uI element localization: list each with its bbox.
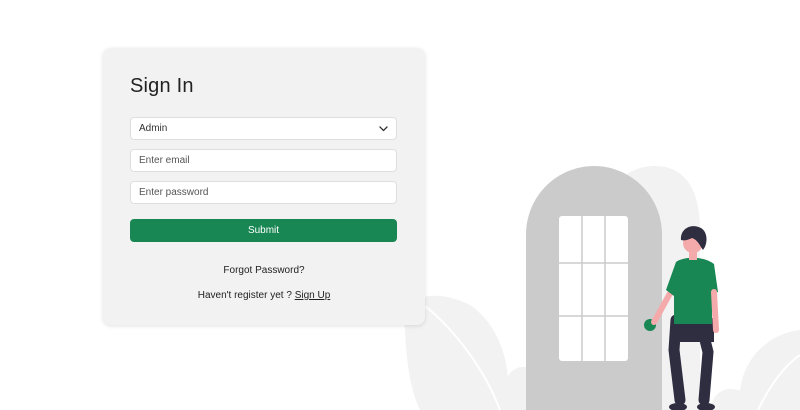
- sign-in-card: Sign In Admin Submit Forgot Password? Ha…: [103, 48, 425, 325]
- sign-in-page: Sign In Admin Submit Forgot Password? Ha…: [0, 0, 800, 410]
- role-select[interactable]: Admin: [130, 117, 397, 140]
- email-field[interactable]: [130, 149, 397, 172]
- submit-button[interactable]: Submit: [130, 219, 397, 242]
- register-prompt: Haven't register yet ? Sign Up: [103, 290, 425, 301]
- register-prompt-text: Haven't register yet ?: [197, 290, 292, 301]
- forgot-password-link[interactable]: Forgot Password?: [103, 265, 425, 276]
- door-window: [559, 216, 628, 361]
- leaf-right: [739, 330, 800, 410]
- password-field[interactable]: [130, 181, 397, 204]
- page-title: Sign In: [130, 75, 194, 97]
- chevron-down-icon: [378, 124, 388, 134]
- role-select-value: Admin: [139, 123, 168, 134]
- sign-up-link[interactable]: Sign Up: [295, 290, 331, 301]
- leaf-right-small: [710, 388, 744, 410]
